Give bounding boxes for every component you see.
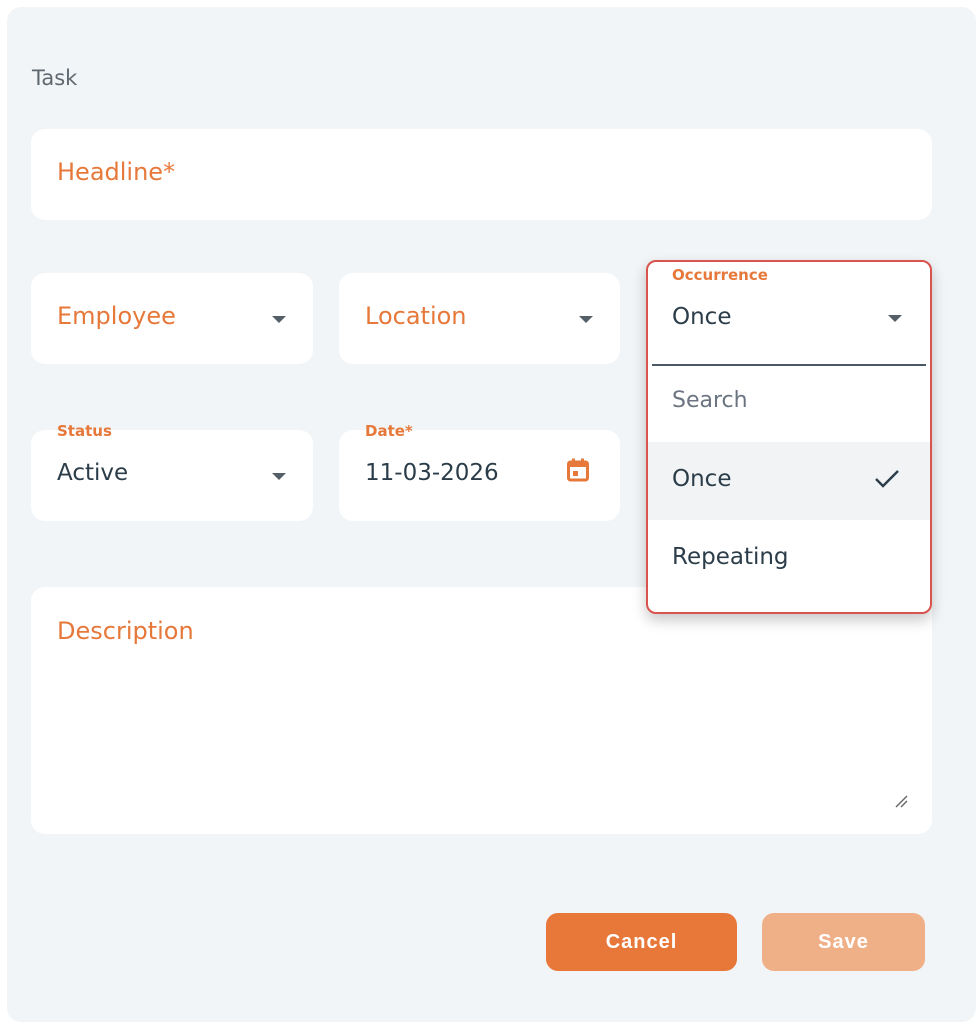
status-value: Active (57, 460, 129, 486)
form-title: Task (32, 66, 78, 90)
occurrence-label: Occurrence (672, 266, 768, 284)
location-placeholder: Location (365, 302, 467, 330)
occurrence-search-input[interactable]: Search (672, 388, 748, 413)
employee-placeholder: Employee (57, 302, 176, 330)
save-button[interactable]: Save (762, 913, 925, 971)
headline-placeholder: Headline* (57, 158, 176, 186)
option-label: Repeating (672, 544, 789, 570)
resize-handle-icon[interactable] (894, 794, 908, 808)
date-label: Date* (365, 422, 413, 440)
headline-field[interactable]: Headline* (31, 129, 932, 220)
chevron-down-icon (272, 316, 286, 323)
location-select[interactable]: Location (339, 273, 620, 364)
status-label: Status (57, 422, 112, 440)
occurrence-option-once[interactable]: Once (648, 442, 930, 520)
date-value: 11-03-2026 (365, 460, 499, 486)
occurrence-underline (652, 364, 926, 366)
occurrence-value[interactable]: Once (672, 304, 731, 330)
occurrence-dropdown[interactable]: Occurrence Once Search Once Repeating (646, 260, 932, 614)
option-label: Once (672, 466, 732, 492)
employee-select[interactable]: Employee (31, 273, 313, 364)
cancel-button[interactable]: Cancel (546, 913, 737, 971)
chevron-down-icon (579, 316, 593, 323)
description-textarea[interactable]: Description (31, 587, 932, 834)
calendar-icon[interactable] (567, 458, 589, 482)
chevron-down-icon (888, 315, 902, 322)
description-placeholder: Description (57, 617, 194, 645)
check-icon (875, 470, 899, 488)
occurrence-option-repeating[interactable]: Repeating (648, 520, 930, 598)
chevron-down-icon (272, 473, 286, 480)
date-field[interactable]: Date* 11-03-2026 (339, 422, 620, 521)
status-select[interactable]: Status Active (31, 422, 313, 521)
